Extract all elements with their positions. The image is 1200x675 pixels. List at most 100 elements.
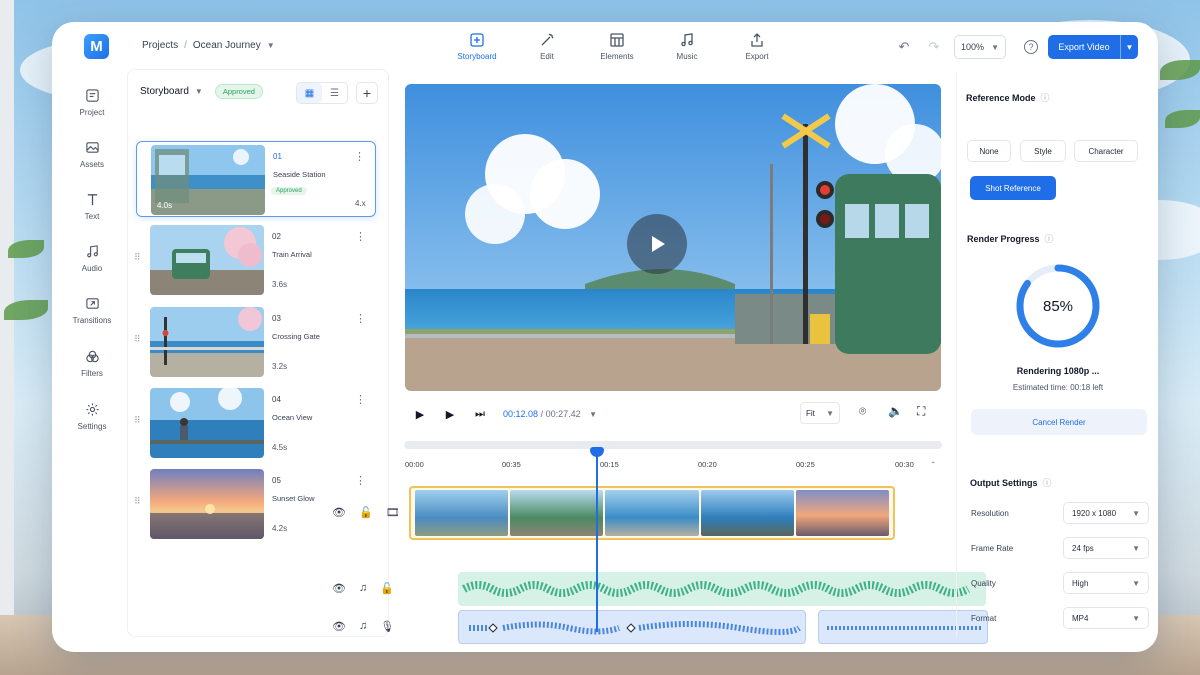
step-forward-icon[interactable]: ▶ — [435, 408, 465, 421]
info-icon[interactable]: ⓘ — [1043, 478, 1052, 488]
ruler-tick: 00:30 — [895, 460, 914, 469]
export-video-button[interactable]: Export Video ▼ — [1048, 35, 1138, 59]
more-options-icon[interactable]: ⋮ — [355, 230, 366, 243]
video-clip[interactable] — [605, 490, 699, 536]
shot-card[interactable]: ⠿ 04 Ocean View 4.5s ⋮ — [134, 385, 376, 461]
chevron-down-icon[interactable]: ▼ — [195, 87, 203, 96]
play-icon — [652, 236, 665, 252]
fullscreen-icon[interactable]: ⛶ — [917, 404, 925, 419]
more-options-icon[interactable]: ⋮ — [354, 150, 365, 163]
rail-item-audio[interactable]: Audio — [66, 244, 118, 273]
grid-view-icon[interactable]: ▦ — [297, 83, 322, 103]
shot-thumbnail — [150, 469, 264, 539]
music-note-icon[interactable]: ♫ — [359, 582, 367, 594]
play-icon[interactable]: ▶ — [405, 408, 435, 421]
video-clip[interactable] — [700, 490, 794, 536]
video-preview[interactable] — [405, 84, 941, 391]
tab-storyboard[interactable]: Storyboard — [442, 32, 512, 61]
video-clip[interactable] — [795, 490, 890, 536]
top-actions: ↶ ↷ 100% ▼ ? Export Video ▼ — [894, 35, 1138, 59]
skip-end-icon[interactable]: ⏭ — [465, 408, 495, 421]
help-icon[interactable]: ? — [1024, 40, 1038, 54]
video-clip-strip[interactable] — [409, 486, 895, 540]
info-icon[interactable]: ⓘ — [1045, 234, 1054, 244]
list-view-icon[interactable]: ☰ — [322, 83, 347, 103]
music-note-icon[interactable]: ♫ — [359, 620, 367, 632]
zoom-select[interactable]: 100% ▼ — [954, 35, 1006, 59]
tab-edit[interactable]: Edit — [512, 32, 582, 61]
fit-select[interactable]: Fit ▼ — [800, 402, 840, 424]
format-select[interactable]: MP4 ▼ — [1063, 607, 1149, 629]
rail-item-project[interactable]: Project — [66, 88, 118, 117]
tab-export[interactable]: Export — [722, 32, 792, 61]
film-icon[interactable]: 🎞 — [386, 506, 400, 519]
shot-duration: 4.x — [355, 199, 366, 208]
chevron-down-icon[interactable]: ▼ — [267, 41, 275, 50]
info-icon[interactable]: ⓘ — [1041, 93, 1050, 103]
voice-clip[interactable] — [458, 610, 806, 644]
quality-select[interactable]: High ▼ — [1063, 572, 1149, 594]
lock-icon[interactable]: 🔓 — [359, 506, 373, 519]
more-options-icon[interactable]: ⋮ — [355, 393, 366, 406]
drag-handle-icon[interactable]: ⠿ — [134, 415, 141, 426]
tab-music[interactable]: Music — [652, 32, 722, 61]
rail-item-filters[interactable]: Filters — [66, 349, 118, 378]
more-options-icon[interactable]: ⋮ — [355, 312, 366, 325]
drag-handle-icon[interactable]: ⠿ — [134, 252, 141, 263]
shot-number: 04 — [272, 395, 281, 404]
setting-row-resolution: Resolution 1920 x 1080 ▼ — [971, 502, 1149, 524]
voice-track-controls: 👁 ♫ 🎙 — [318, 608, 408, 644]
storyboard-header: Storyboard ▼ Approved — [140, 84, 263, 99]
rail-item-text[interactable]: Text — [66, 192, 118, 221]
breadcrumb-project-name[interactable]: Ocean Journey — [193, 40, 261, 51]
shot-card[interactable]: ⠿ 02 Train Arrival 3.6s ⋮ — [134, 222, 376, 298]
voice-waveform — [469, 621, 801, 635]
shot-card[interactable]: 4.0s 01 Seaside Station Approved 4.x ⋮ — [136, 141, 376, 217]
eye-icon[interactable]: 👁 — [332, 506, 346, 519]
play-overlay-button[interactable] — [627, 214, 687, 274]
chevron-down-icon[interactable]: ▼ — [1120, 35, 1138, 59]
undo-icon[interactable]: ↶ — [894, 37, 914, 57]
mode-style-button[interactable]: Style — [1020, 140, 1066, 162]
video-clip[interactable] — [510, 490, 604, 536]
lock-icon[interactable]: 🔓 — [380, 582, 394, 595]
mode-none-button[interactable]: None — [967, 140, 1011, 162]
volume-icon[interactable]: 🔈 — [888, 404, 903, 418]
music-waveform — [462, 581, 970, 597]
tab-elements[interactable]: Elements — [582, 32, 652, 61]
shot-card[interactable]: ⠿ 03 Crossing Gate 3.2s ⋮ — [134, 304, 376, 380]
setting-label: Frame Rate — [971, 543, 1014, 553]
rail-item-transitions[interactable]: Transitions — [66, 296, 118, 325]
rail-item-assets[interactable]: Assets — [66, 140, 118, 169]
video-clip[interactable] — [415, 490, 509, 536]
music-clip[interactable] — [458, 572, 986, 606]
add-shot-button[interactable]: + — [356, 82, 378, 104]
collapse-icon[interactable]: ⌃ — [930, 460, 936, 469]
render-percent: 85% — [1042, 297, 1074, 315]
app-logo[interactable]: M — [84, 34, 109, 59]
shot-number: 05 — [272, 476, 281, 485]
chevron-down-icon[interactable]: ▼ — [589, 410, 597, 419]
resolution-select[interactable]: 1920 x 1080 ▼ — [1063, 502, 1149, 524]
shot-number: 03 — [272, 314, 281, 323]
microphone-icon[interactable]: 🎙 — [380, 620, 394, 633]
redo-icon[interactable]: ↷ — [924, 37, 944, 57]
playhead[interactable] — [596, 452, 598, 632]
render-eta: Estimated time: 00:18 left — [1012, 383, 1104, 392]
timeline-scrollbar[interactable] — [404, 441, 942, 449]
camera-icon[interactable]: ⌾ — [859, 404, 866, 419]
shot-duration: 3.2s — [272, 362, 288, 371]
mode-character-button[interactable]: Character — [1074, 140, 1138, 162]
frame-rate-select[interactable]: 24 fps ▼ — [1063, 537, 1149, 559]
eye-icon[interactable]: 👁 — [332, 620, 346, 633]
drag-handle-icon[interactable]: ⠿ — [134, 496, 141, 507]
project-icon — [85, 89, 99, 102]
shot-reference-button[interactable]: Shot Reference — [970, 176, 1056, 200]
playhead-handle[interactable] — [590, 447, 604, 457]
eye-icon[interactable]: 👁 — [332, 582, 346, 595]
cancel-render-button[interactable]: Cancel Render — [971, 409, 1147, 435]
breadcrumb-projects[interactable]: Projects — [142, 40, 178, 51]
storyboard-title[interactable]: Storyboard — [140, 86, 189, 97]
drag-handle-icon[interactable]: ⠿ — [134, 334, 141, 345]
rail-item-settings[interactable]: Settings — [66, 402, 118, 431]
